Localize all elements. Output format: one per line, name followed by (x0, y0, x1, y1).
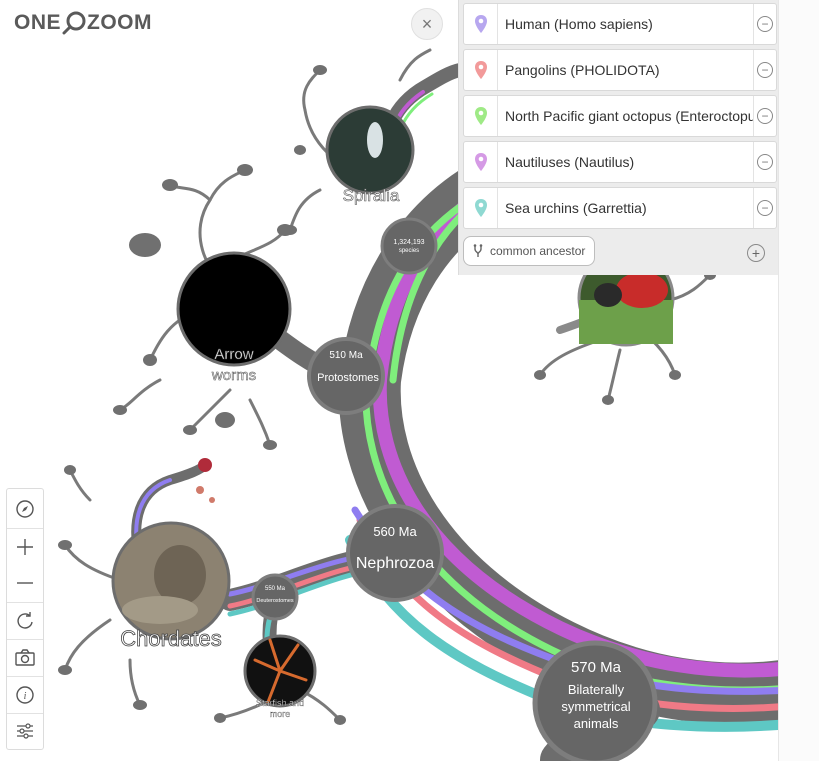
species-count-label: 1,324,193 (393, 239, 424, 246)
arrow-worms-label-line1: Arrow (214, 346, 253, 363)
bilateria-label-line2: symmetrical (561, 699, 630, 714)
pin-label[interactable]: Pangolins (PHOLIDOTA) (498, 62, 753, 78)
map-pin-icon (474, 199, 487, 217)
deuterostomes-label: Deuterostomes (256, 598, 294, 604)
arrow-worms-label-line2: worms (211, 367, 256, 384)
map-pin-icon (474, 107, 487, 125)
nephrozoa-age: 560 Ma (373, 524, 417, 539)
remove-circle-icon: − (757, 16, 773, 32)
tree-viewport[interactable]: Spiralia 1,324,193 species Arrow worms 5… (0, 0, 778, 761)
close-icon: × (421, 13, 433, 34)
remove-circle-icon: − (757, 200, 773, 216)
deuterostomes-node[interactable] (251, 573, 299, 621)
pinned-species-panel: Human (Homo sapiens) − Pangolins (PHOLID… (458, 0, 778, 275)
settings-button[interactable] (7, 713, 43, 749)
camera-icon (15, 649, 35, 666)
remove-pin-button[interactable]: − (753, 188, 776, 228)
bilateria-age: 570 Ma (571, 659, 622, 676)
remove-pin-button[interactable]: − (753, 50, 776, 90)
pin-row-human[interactable]: Human (Homo sapiens) − (463, 3, 777, 45)
zoom-out-button[interactable] (7, 565, 43, 601)
zoom-out-icon (17, 582, 33, 584)
remove-pin-button[interactable]: − (753, 142, 776, 182)
deuterostomes-age: 550 Ma (265, 586, 286, 592)
pin-label[interactable]: North Pacific giant octopus (Enteroctopu… (498, 108, 753, 124)
pin-marker-cell (464, 4, 498, 44)
reset-view-button[interactable] (7, 603, 43, 639)
starfish-image-node[interactable] (243, 634, 317, 708)
reset-icon (17, 612, 33, 629)
starfish-label-line1: Starfish and (256, 698, 304, 708)
spiralia-label: Spiralia (343, 186, 400, 205)
spiralia-image-node[interactable] (325, 105, 415, 195)
magnifier-logo-icon (62, 11, 86, 35)
species-word-label: species (399, 248, 419, 254)
pin-row-octopus[interactable]: North Pacific giant octopus (Enteroctopu… (463, 95, 777, 137)
protostomes-age: 510 Ma (329, 350, 363, 361)
zoom-in-button[interactable] (7, 529, 43, 565)
bilateria-label-line1: Bilaterally (568, 682, 625, 697)
compass-icon (16, 500, 34, 518)
remove-circle-icon: − (757, 154, 773, 170)
nephrozoa-label: Nephrozoa (356, 555, 434, 572)
onezoom-logo[interactable]: ONE ZOOM (14, 8, 152, 38)
starfish-label-line2: more (270, 709, 291, 719)
remove-pin-button[interactable]: − (753, 96, 776, 136)
bilateria-label-line3: animals (574, 716, 619, 731)
protostomes-label: Protostomes (317, 372, 379, 384)
nephrozoa-node[interactable] (346, 504, 444, 602)
screenshot-button[interactable] (7, 640, 43, 676)
chordates-label: Chordates (120, 626, 222, 651)
plus-icon: + (751, 245, 761, 261)
chordates-image-node[interactable] (111, 521, 231, 641)
map-pin-icon (474, 61, 487, 79)
pin-marker-cell (464, 142, 498, 182)
pin-row-nautiluses[interactable]: Nautiluses (Nautilus) − (463, 141, 777, 183)
compass-button[interactable] (7, 491, 43, 527)
pin-label[interactable]: Human (Homo sapiens) (498, 16, 753, 32)
logo-text-left: ONE (14, 11, 62, 34)
settings-sliders-icon (17, 723, 33, 739)
pin-marker-cell (464, 188, 498, 228)
info-button[interactable]: i (7, 677, 43, 713)
pin-label[interactable]: Nautiluses (Nautilus) (498, 154, 753, 170)
pin-row-sea-urchins[interactable]: Sea urchins (Garrettia) − (463, 187, 777, 229)
pin-marker-cell (464, 50, 498, 90)
info-icon: i (16, 686, 34, 704)
remove-pin-button[interactable]: − (753, 4, 776, 44)
logo-text-right: ZOOM (87, 11, 153, 34)
map-controls-toolbar: i (6, 488, 44, 750)
map-pin-icon (474, 153, 487, 171)
common-ancestor-button[interactable]: common ancestor (463, 236, 596, 266)
pin-row-pangolins[interactable]: Pangolins (PHOLIDOTA) − (463, 49, 777, 91)
remove-circle-icon: − (757, 108, 773, 124)
page-margin (778, 0, 819, 761)
species-count-node[interactable] (380, 217, 438, 275)
zoom-in-icon (17, 539, 33, 555)
remove-circle-icon: − (757, 62, 773, 78)
fork-icon (473, 244, 483, 257)
pin-marker-cell (464, 96, 498, 136)
add-pin-button[interactable]: + (747, 244, 765, 262)
svg-text:i: i (24, 691, 27, 702)
map-pin-icon (474, 15, 487, 33)
close-panel-button[interactable]: × (411, 8, 443, 40)
common-ancestor-label: common ancestor (490, 244, 586, 258)
pin-label[interactable]: Sea urchins (Garrettia) (498, 200, 753, 216)
